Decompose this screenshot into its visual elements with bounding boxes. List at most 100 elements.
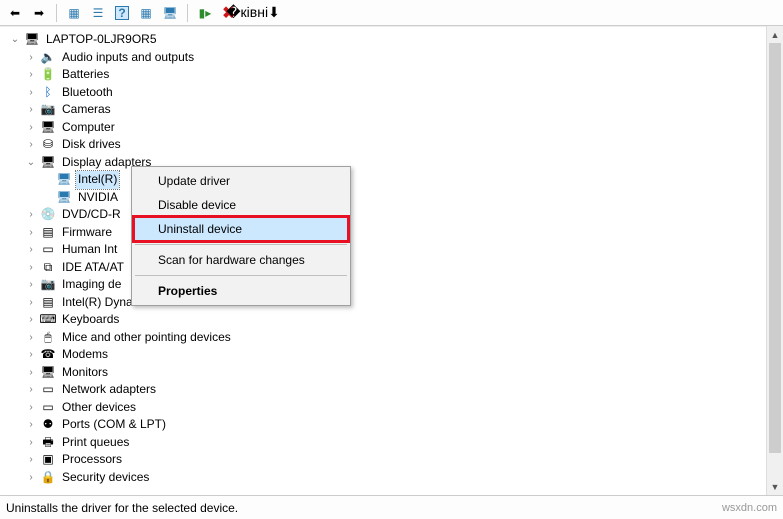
category-label: Computer: [60, 119, 117, 137]
category-icon: 📷: [40, 102, 56, 118]
category-label: Ports (COM & LPT): [60, 416, 168, 434]
chevron-right-icon[interactable]: ›: [24, 470, 38, 484]
chevron-right-icon[interactable]: ›: [24, 435, 38, 449]
category-icon: ᛒ: [40, 84, 56, 100]
tree-area: ⌄ 🖥 LAPTOP-0LJR9OR5 ›🔈Audio inputs and o…: [0, 26, 783, 495]
tree-category[interactable]: ›🖶Print queues: [8, 434, 783, 452]
tree-category[interactable]: ›🔋Batteries: [8, 66, 783, 84]
scroll-thumb[interactable]: [769, 43, 781, 453]
category-label: Mice and other pointing devices: [60, 329, 233, 347]
chevron-right-icon[interactable]: ›: [24, 120, 38, 134]
show-hidden-button[interactable]: ▦: [63, 2, 85, 24]
chevron-right-icon[interactable]: ›: [24, 50, 38, 64]
ctx-uninstall-device[interactable]: Uninstall device: [134, 217, 348, 241]
tree-category[interactable]: ›📷Imaging de: [8, 276, 783, 294]
category-icon: 🖶: [40, 434, 56, 450]
device-tree[interactable]: ⌄ 🖥 LAPTOP-0LJR9OR5 ›🔈Audio inputs and o…: [0, 27, 783, 486]
tree-category[interactable]: ›⚉Ports (COM & LPT): [8, 416, 783, 434]
chevron-right-icon[interactable]: ›: [24, 365, 38, 379]
view-icon: ▦: [140, 6, 151, 20]
toolbar: ⬅ ➡ ▦ ☰ ? ▦ 🖥 ▮▸ ✖ �ківні⬇: [0, 0, 783, 26]
chevron-right-icon[interactable]: ›: [24, 400, 38, 414]
category-icon: ☎: [40, 347, 56, 363]
uninstall-button[interactable]: �ківні⬇: [242, 2, 264, 24]
category-label: Keyboards: [60, 311, 121, 329]
chevron-right-icon[interactable]: ›: [24, 330, 38, 344]
tree-category[interactable]: ›▭Network adapters: [8, 381, 783, 399]
tree-category[interactable]: ›🖱Mice and other pointing devices: [8, 329, 783, 347]
category-label: Other devices: [60, 399, 138, 417]
help-button[interactable]: ?: [111, 2, 133, 24]
category-icon: ⌨: [40, 312, 56, 328]
tree-category[interactable]: ›🖥Monitors: [8, 364, 783, 382]
chevron-right-icon[interactable]: ›: [24, 225, 38, 239]
scroll-up-button[interactable]: ▲: [767, 26, 783, 43]
monitor-icon: 🖥: [162, 6, 177, 20]
device-icon: 🖥: [56, 189, 72, 205]
ctx-properties[interactable]: Properties: [134, 279, 348, 303]
forward-button[interactable]: ➡: [28, 2, 50, 24]
vertical-scrollbar[interactable]: ▲ ▼: [766, 26, 783, 495]
chevron-right-icon[interactable]: ›: [24, 348, 38, 362]
category-icon: 📷: [40, 277, 56, 293]
back-button[interactable]: ⬅: [4, 2, 26, 24]
chevron-right-icon[interactable]: ›: [24, 208, 38, 222]
tree-category[interactable]: ›🔒Security devices: [8, 469, 783, 487]
properties-button[interactable]: ☰: [87, 2, 109, 24]
category-icon: 🖥: [40, 119, 56, 135]
category-label: Security devices: [60, 469, 151, 487]
tree-category[interactable]: ›▤Intel(R) Dynamic Platform and Thermal …: [8, 294, 783, 312]
tree-category[interactable]: ›▭Human Int: [8, 241, 783, 259]
category-label: Batteries: [60, 66, 111, 84]
view-button[interactable]: ▦: [135, 2, 157, 24]
chevron-right-icon[interactable]: ›: [24, 418, 38, 432]
grid-icon: ▦: [68, 6, 79, 20]
ctx-disable-device[interactable]: Disable device: [134, 193, 348, 217]
back-icon: ⬅: [10, 6, 20, 20]
category-icon: 🖥: [40, 154, 56, 170]
chevron-down-icon[interactable]: ⌄: [24, 155, 38, 169]
tree-category[interactable]: ›🖥Computer: [8, 119, 783, 137]
tree-root[interactable]: ⌄ 🖥 LAPTOP-0LJR9OR5: [8, 31, 783, 49]
scroll-down-button[interactable]: ▼: [767, 478, 783, 495]
chevron-right-icon[interactable]: ›: [24, 278, 38, 292]
tree-category[interactable]: ›🔈Audio inputs and outputs: [8, 49, 783, 67]
tree-category[interactable]: ›ᛒBluetooth: [8, 84, 783, 102]
category-icon: ▤: [40, 224, 56, 240]
ctx-update-driver[interactable]: Update driver: [134, 169, 348, 193]
tree-category[interactable]: ›▤Firmware: [8, 224, 783, 242]
scan-button[interactable]: 🖥: [159, 2, 181, 24]
tree-category[interactable]: ›⌨Keyboards: [8, 311, 783, 329]
chevron-right-icon[interactable]: ›: [24, 138, 38, 152]
category-icon: 🖱: [40, 329, 56, 345]
tree-device[interactable]: 🖥NVIDIA: [8, 189, 783, 207]
device-label: Intel(R): [76, 171, 119, 189]
chevron-right-icon[interactable]: ›: [24, 85, 38, 99]
tree-category[interactable]: ›☎Modems: [8, 346, 783, 364]
tree-category[interactable]: ›💿DVD/CD-R: [8, 206, 783, 224]
chevron-right-icon[interactable]: ›: [24, 68, 38, 82]
chevron-right-icon[interactable]: ›: [24, 260, 38, 274]
enable-button[interactable]: ▮▸: [194, 2, 216, 24]
tree-category[interactable]: ⌄🖥Display adapters: [8, 154, 783, 172]
category-label: Bluetooth: [60, 84, 115, 102]
ctx-separator: [135, 244, 347, 245]
chevron-right-icon[interactable]: ›: [24, 295, 38, 309]
tree-category[interactable]: ›▭Other devices: [8, 399, 783, 417]
chevron-right-icon[interactable]: ›: [24, 383, 38, 397]
category-label: Firmware: [60, 224, 114, 242]
tree-device[interactable]: 🖥Intel(R): [8, 171, 783, 189]
chevron-right-icon[interactable]: ›: [24, 313, 38, 327]
ctx-scan-hardware[interactable]: Scan for hardware changes: [134, 248, 348, 272]
category-icon: ▭: [40, 382, 56, 398]
chevron-right-icon[interactable]: ›: [24, 103, 38, 117]
chevron-right-icon[interactable]: ›: [24, 453, 38, 467]
tree-category[interactable]: ›⛁Disk drives: [8, 136, 783, 154]
tree-category[interactable]: ›📷Cameras: [8, 101, 783, 119]
chevron-down-icon[interactable]: ⌄: [8, 33, 22, 47]
category-label: Cameras: [60, 101, 113, 119]
chevron-right-icon[interactable]: ›: [24, 243, 38, 257]
category-icon: ⧉: [40, 259, 56, 275]
tree-category[interactable]: ›⧉IDE ATA/AT: [8, 259, 783, 277]
tree-category[interactable]: ›▣Processors: [8, 451, 783, 469]
